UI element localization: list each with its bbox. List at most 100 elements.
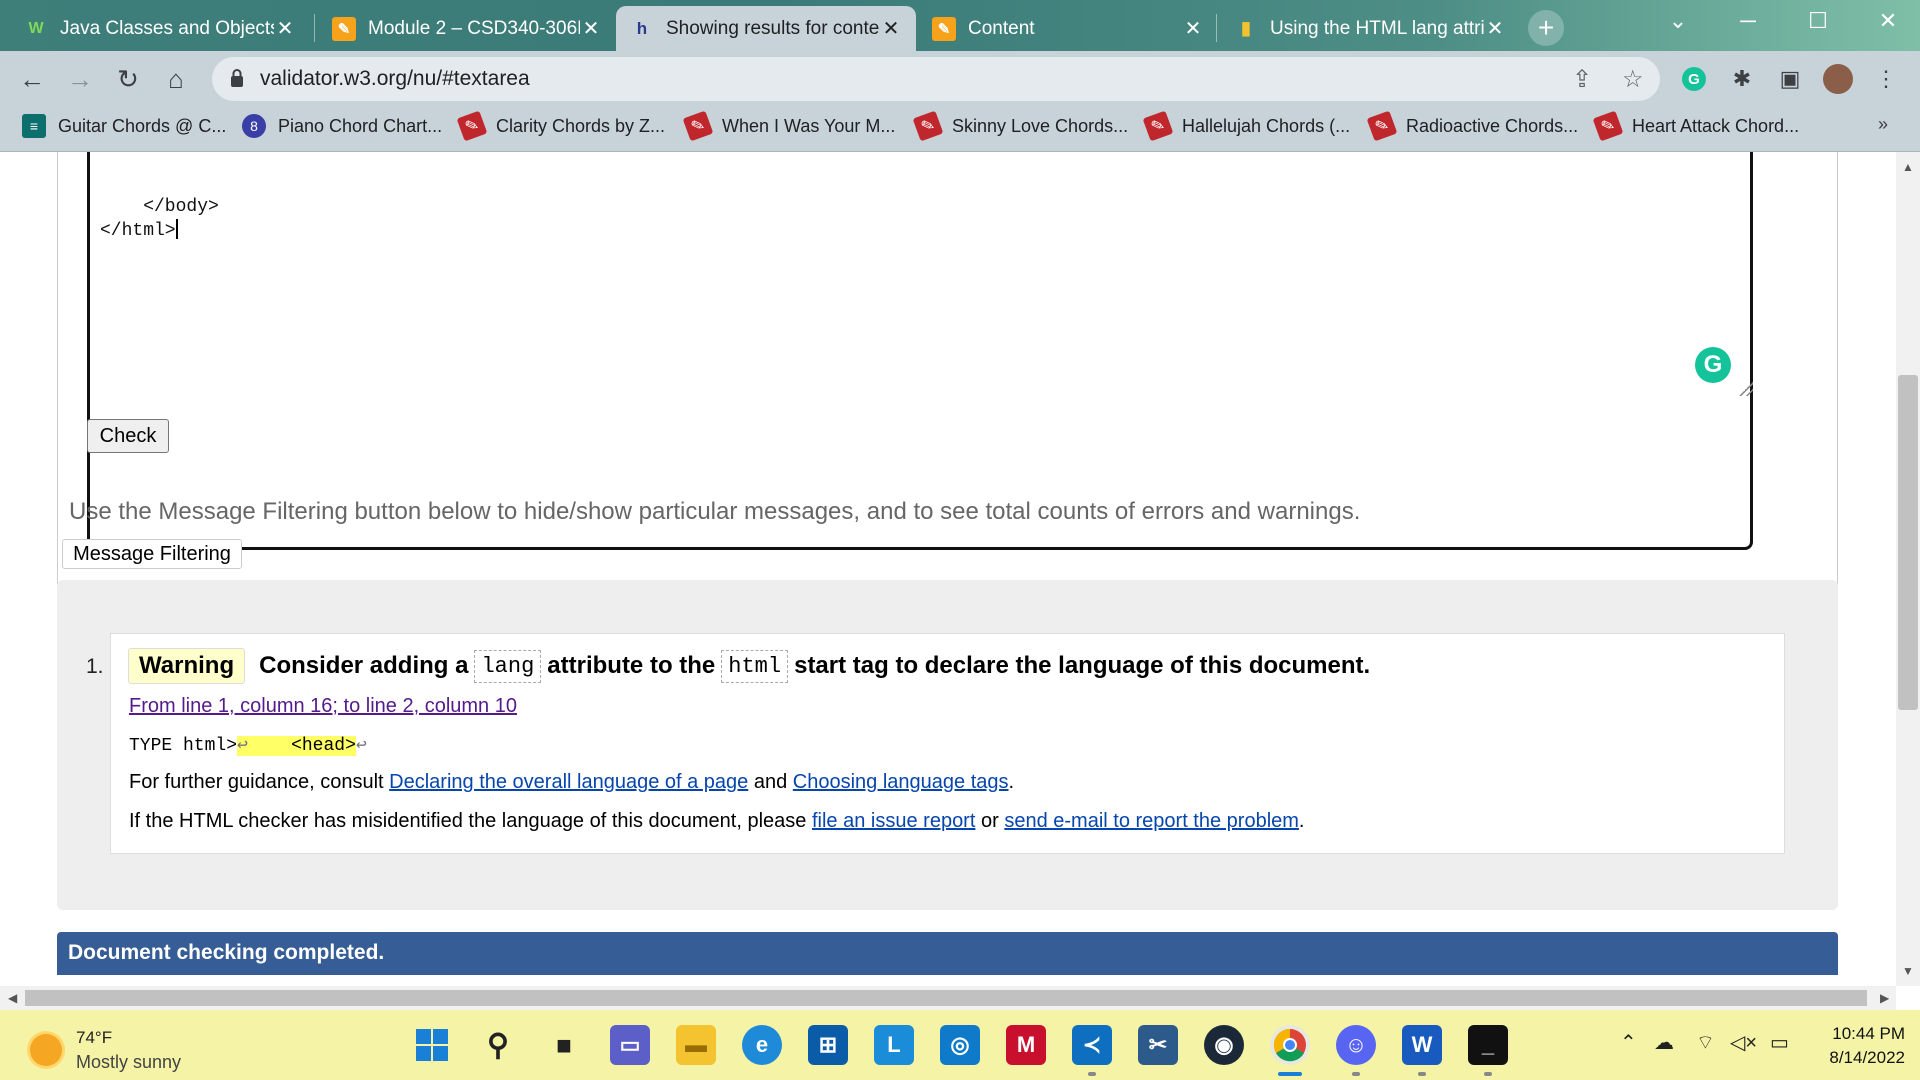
wifi-icon[interactable]: ⌔: [1696, 1030, 1715, 1055]
chrome-icon[interactable]: [1270, 1025, 1310, 1065]
page-content: </body> </html> G Check Use the Message …: [0, 152, 1896, 986]
teams-chat-icon[interactable]: ▭: [610, 1025, 650, 1065]
source-textarea[interactable]: </body> </html>: [87, 152, 1753, 550]
message-heading: Warning Consider adding a lang attribute…: [128, 648, 1370, 684]
code-extract: TYPE html>↩ <head>↩: [129, 736, 367, 756]
choosing-language-tags-link[interactable]: Choosing language tags: [793, 771, 1009, 793]
side-panel-icon[interactable]: ▣: [1772, 61, 1808, 97]
check-button[interactable]: Check: [87, 419, 169, 453]
text-caret: [175, 219, 178, 239]
send-email-link[interactable]: send e-mail to report the problem: [1004, 810, 1299, 832]
windows-start-icon[interactable]: [412, 1025, 452, 1065]
tab-java-classes[interactable]: W Java Classes and Objects ✕: [10, 6, 310, 51]
discord-icon[interactable]: ☺: [1336, 1025, 1376, 1065]
tab-module-2[interactable]: ✎ Module 2 – CSD340-306H ✕: [318, 6, 616, 51]
snipping-tool-icon[interactable]: ✂: [1138, 1025, 1178, 1065]
guitar-icon: ✎: [1366, 110, 1398, 142]
line-feed-icon: ↩: [237, 736, 248, 756]
vscode-icon[interactable]: ≺: [1072, 1025, 1112, 1065]
bookmark-skinny-love[interactable]: ✎ Skinny Love Chords...: [912, 110, 1128, 142]
scroll-left-icon[interactable]: ◀: [8, 991, 17, 1005]
maximize-button[interactable]: ☐: [1794, 8, 1842, 34]
close-icon[interactable]: ✕: [580, 16, 602, 41]
grammarly-icon[interactable]: G: [1695, 347, 1731, 383]
new-tab-button[interactable]: +: [1528, 10, 1564, 46]
url-text: validator.w3.org/nu/#textarea: [260, 67, 530, 90]
scroll-right-icon[interactable]: ▶: [1880, 991, 1889, 1005]
minimize-button[interactable]: ─: [1724, 8, 1772, 34]
guitar-icon: ✎: [912, 110, 944, 142]
bookmark-radioactive[interactable]: ✎ Radioactive Chords...: [1366, 110, 1578, 142]
guitar-icon: ✎: [1592, 110, 1624, 142]
home-icon[interactable]: ⌂: [158, 61, 194, 97]
message-filtering-button[interactable]: Message Filtering: [62, 539, 242, 569]
guitar-icon: ✎: [682, 110, 714, 142]
terminal-icon[interactable]: _: [1468, 1025, 1508, 1065]
w3schools-icon: ▮: [1241, 18, 1251, 38]
search-icon[interactable]: ⚲: [478, 1025, 518, 1065]
pencil-icon: ✎: [332, 16, 356, 41]
star-icon[interactable]: ☆: [1622, 65, 1644, 94]
reload-icon[interactable]: ↻: [110, 61, 146, 97]
battery-icon[interactable]: ▭: [1770, 1030, 1789, 1055]
pencil-icon: ✎: [932, 16, 956, 41]
mcafee-icon[interactable]: M: [1006, 1025, 1046, 1065]
bookmarks-overflow-button[interactable]: »: [1878, 114, 1888, 135]
close-window-button[interactable]: ✕: [1864, 8, 1912, 34]
bookmark-piano-chord-chart[interactable]: 8 Piano Chord Chart...: [242, 114, 442, 138]
bookmark-hallelujah[interactable]: ✎ Hallelujah Chords (...: [1142, 110, 1350, 142]
guitar-icon: ✎: [1142, 110, 1174, 142]
chevron-up-icon[interactable]: ⌃: [1620, 1030, 1637, 1055]
file-issue-link[interactable]: file an issue report: [812, 810, 975, 832]
microsoft-store-icon[interactable]: ⊞: [808, 1025, 848, 1065]
close-icon[interactable]: ✕: [880, 16, 902, 41]
puzzle-icon[interactable]: ✱: [1724, 61, 1760, 97]
bookmark-when-i-was-your[interactable]: ✎ When I Was Your M...: [682, 110, 895, 142]
location-link[interactable]: From line 1, column 16; to line 2, colum…: [129, 695, 517, 718]
chevron-down-icon[interactable]: ⌄: [1654, 8, 1702, 34]
validator-icon: h: [636, 18, 648, 38]
speaker-muted-icon[interactable]: ◁×: [1730, 1030, 1757, 1055]
bookmark-guitar-chords[interactable]: ≡ Guitar Chords @ C...: [22, 114, 226, 138]
grammarly-extension-icon[interactable]: G: [1676, 61, 1712, 97]
declaring-language-link[interactable]: Declaring the overall language of a page: [389, 771, 748, 793]
tab-html-lang[interactable]: ▮ Using the HTML lang attri ✕: [1220, 6, 1520, 51]
html-code: html: [721, 649, 789, 683]
back-icon[interactable]: ←: [14, 61, 50, 97]
bookmark-clarity-chords[interactable]: ✎ Clarity Chords by Z...: [456, 110, 665, 142]
message-number: 1.: [86, 655, 104, 678]
guitar-icon: ✎: [456, 110, 488, 142]
camera-app-icon[interactable]: ◎: [940, 1025, 980, 1065]
weather-widget[interactable]: 74°F Mostly sunny: [30, 1026, 181, 1074]
vertical-scroll-thumb[interactable]: [1898, 375, 1918, 710]
filter-hint-text: Use the Message Filtering button below t…: [69, 498, 1361, 525]
onedrive-icon[interactable]: ☁: [1654, 1030, 1674, 1055]
horizontal-scroll-thumb[interactable]: [25, 990, 1867, 1006]
forward-icon[interactable]: →: [62, 61, 98, 97]
edge-icon[interactable]: e: [742, 1025, 782, 1065]
word-icon[interactable]: W: [1402, 1025, 1442, 1065]
lang-code: lang: [474, 649, 542, 683]
bookmark-heart-attack[interactable]: ✎ Heart Attack Chord...: [1592, 110, 1799, 142]
resize-handle[interactable]: [1739, 382, 1753, 396]
menu-icon[interactable]: ⋮: [1868, 61, 1904, 97]
close-icon[interactable]: ✕: [274, 16, 296, 41]
close-icon[interactable]: ✕: [1182, 16, 1204, 41]
tab-separator: [314, 14, 315, 42]
warning-badge: Warning: [128, 648, 246, 684]
steam-icon[interactable]: ◉: [1204, 1025, 1244, 1065]
system-clock[interactable]: 10:44 PM 8/14/2022: [1815, 1022, 1905, 1070]
file-explorer-icon[interactable]: ▬: [676, 1025, 716, 1065]
scroll-down-icon[interactable]: ▼: [1902, 964, 1914, 978]
task-view-icon[interactable]: ■: [544, 1025, 584, 1065]
avatar[interactable]: [1820, 61, 1856, 97]
tab-showing-results[interactable]: h Showing results for conte ✕: [616, 6, 916, 51]
l-app-icon[interactable]: L: [874, 1025, 914, 1065]
share-icon[interactable]: ⇪: [1572, 65, 1592, 94]
tab-content[interactable]: ✎ Content ✕: [918, 6, 1218, 51]
address-bar[interactable]: validator.w3.org/nu/#textarea ⇪ ☆: [212, 57, 1660, 101]
scroll-up-icon[interactable]: ▲: [1902, 160, 1914, 174]
close-icon[interactable]: ✕: [1484, 16, 1506, 41]
highlighted-extract: ↩ <head>: [237, 736, 356, 756]
w-icon: W: [28, 19, 44, 37]
